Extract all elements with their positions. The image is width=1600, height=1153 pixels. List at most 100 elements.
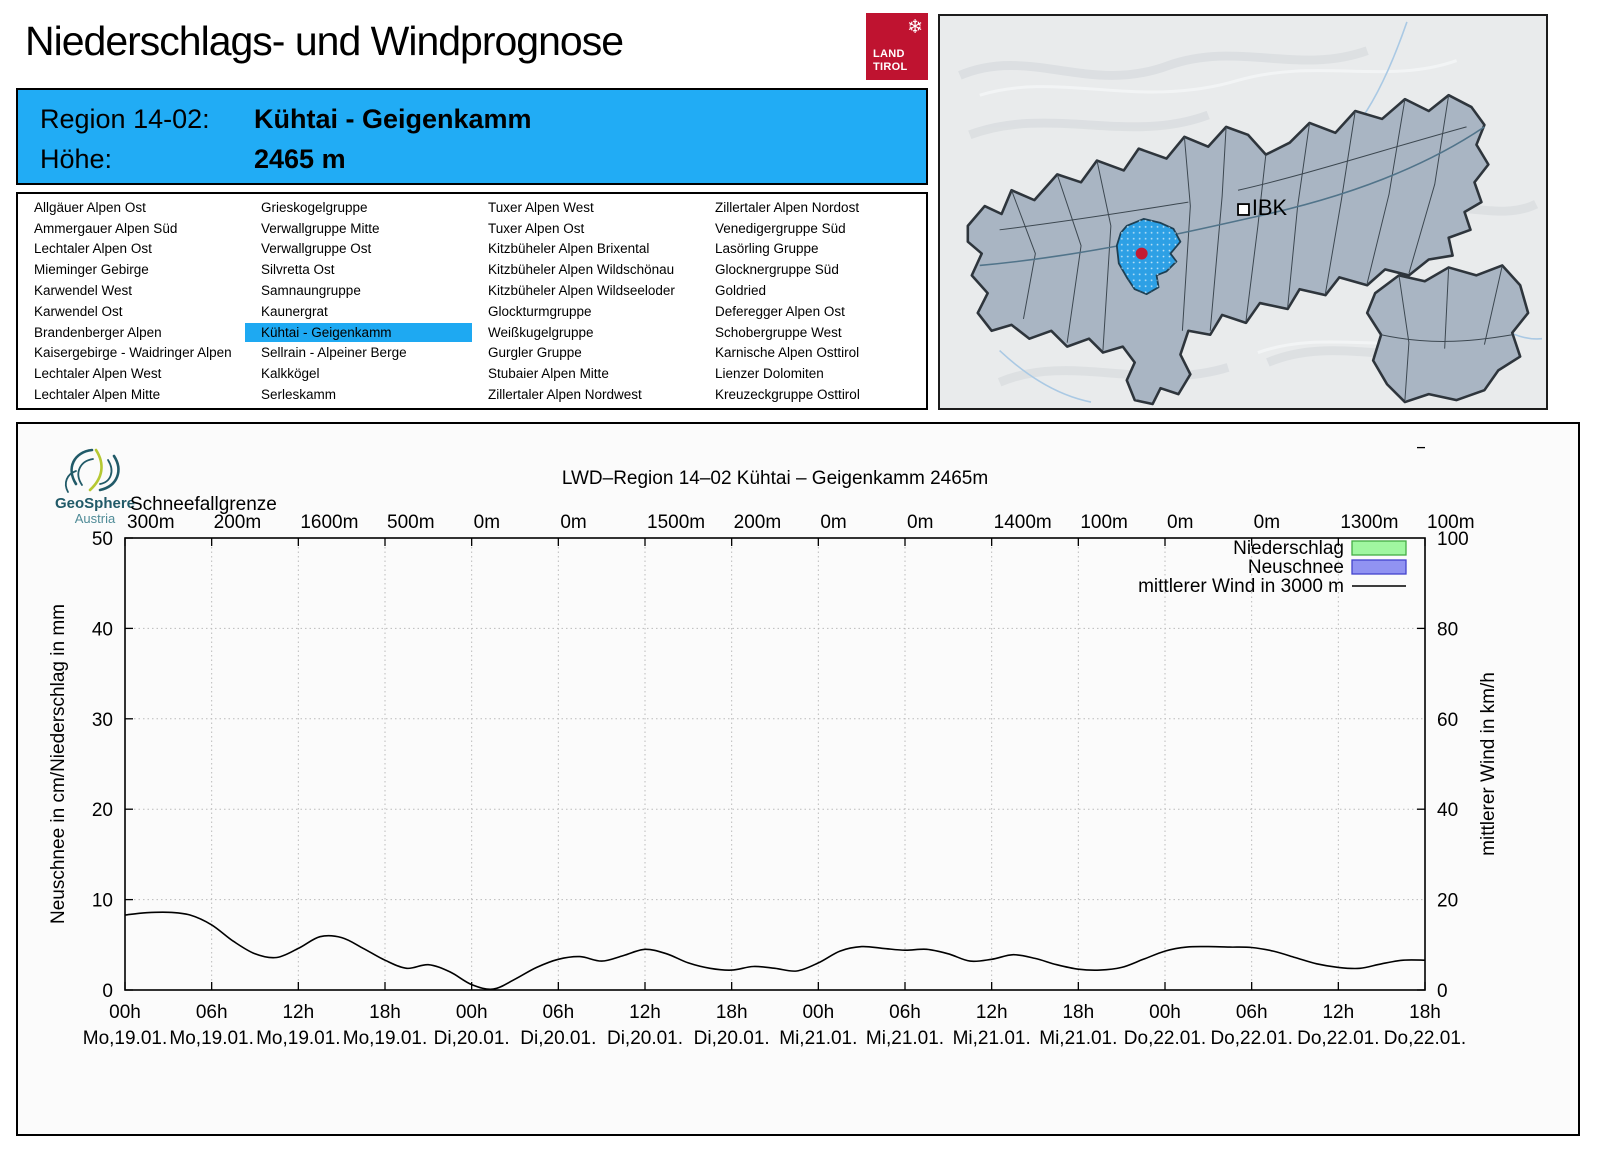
legend-label: Niederschlag [1233, 538, 1344, 559]
x-tick-time: 00h [802, 1002, 834, 1023]
altitude-label: Höhe: [40, 144, 113, 174]
region-list-item[interactable]: Ammergauer Alpen Süd [18, 219, 245, 238]
tirol-logo-line1: LAND [873, 47, 905, 60]
region-value: Kühtai - Geigenkamm [254, 104, 532, 134]
region-label: Region 14-02: [40, 104, 210, 134]
region-list-item[interactable]: Allgäuer Alpen Ost [18, 198, 245, 217]
tirol-eagle-icon: ❄ [907, 17, 923, 38]
region-list-item[interactable]: Glockturmgruppe [472, 302, 699, 321]
region-list-column-4: Zillertaler Alpen Nordost Venedigergruppe… [699, 194, 926, 408]
region-list-item[interactable]: Karnische Alpen Osttirol [699, 343, 926, 362]
snowline-value: 200m [734, 512, 782, 533]
region-list-item[interactable]: Grieskogelgruppe [245, 198, 472, 217]
region-list-item[interactable]: Zillertaler Alpen Nordwest [472, 385, 699, 404]
snowline-value: 0m [560, 512, 586, 533]
region-list-item[interactable]: Silvretta Ost [245, 260, 472, 279]
x-tick-day: Do,22.01. [1210, 1028, 1292, 1049]
x-tick-time: 12h [629, 1002, 661, 1023]
region-list-item[interactable]: Venedigergruppe Süd [699, 219, 926, 238]
snowline-value: 1300m [1340, 512, 1398, 533]
region-list-item[interactable]: Schobergruppe West [699, 323, 926, 342]
y-right-tick-label: 60 [1437, 710, 1458, 731]
x-tick-day: Di,20.01. [520, 1028, 596, 1049]
ibk-label: IBK [1252, 195, 1288, 220]
x-tick-day: Mo,19.01. [83, 1028, 168, 1049]
geosphere-logo: GeoSphereAustria [55, 448, 135, 526]
region-list-item[interactable]: Karwendel West [18, 281, 245, 300]
x-tick-time: 06h [542, 1002, 574, 1023]
region-list-item[interactable]: Serleskamm [245, 385, 472, 404]
snowline-value: 0m [474, 512, 500, 533]
land-tirol-logo: ❄ LAND TIROL [866, 13, 928, 80]
region-list-item[interactable]: Verwallgruppe Ost [245, 239, 472, 258]
region-list-item[interactable]: Deferegger Alpen Ost [699, 302, 926, 321]
x-tick-time: 12h [1322, 1002, 1354, 1023]
region-list-item[interactable]: Kitzbüheler Alpen Wildschönau [472, 260, 699, 279]
region-list-item[interactable]: Lechtaler Alpen Ost [18, 239, 245, 258]
chart-grid [125, 538, 1425, 990]
region-list-item[interactable]: Kaisergebirge - Waidringer Alpen [18, 343, 245, 362]
snowline-value: 100m [1080, 512, 1128, 533]
y-left-axis-title: Neuschnee in cm/Niederschlag in mm [48, 604, 69, 924]
x-tick-time: 18h [716, 1002, 748, 1023]
region-list-item[interactable]: Kaunergrat [245, 302, 472, 321]
snowline-value: 200m [214, 512, 262, 533]
y-right-tick-label: 80 [1437, 619, 1458, 640]
x-tick-day: Mi,21.01. [779, 1028, 857, 1049]
x-tick-day: Do,22.01. [1384, 1028, 1466, 1049]
region-list-item[interactable]: Sellrain - Alpeiner Berge [245, 343, 472, 362]
x-tick-day: Mo,19.01. [343, 1028, 428, 1049]
region-list-item[interactable]: Lienzer Dolomiten [699, 364, 926, 383]
geosphere-sub: Austria [75, 511, 116, 526]
region-list-item[interactable]: Glocknergruppe Süd [699, 260, 926, 279]
region-list-item[interactable]: Kitzbüheler Alpen Wildseeloder [472, 281, 699, 300]
region-list-item[interactable]: Tuxer Alpen West [472, 198, 699, 217]
y-left-tick-label: 50 [92, 529, 113, 550]
forecast-chart: GeoSphere Austria LWD–Region 14–02 Kühtai … [16, 422, 1580, 1136]
snowline-value: 0m [1254, 512, 1280, 533]
y-right-tick-label: 40 [1437, 800, 1458, 821]
x-tick-day: Do,22.01. [1297, 1028, 1379, 1049]
region-list-item[interactable]: Lechtaler Alpen West [18, 364, 245, 383]
y-left-tick-label: 30 [92, 710, 113, 731]
region-list-item[interactable]: Lasörling Gruppe [699, 239, 926, 258]
y-right-tick-label: 20 [1437, 891, 1458, 912]
region-list-item[interactable]: Karwendel Ost [18, 302, 245, 321]
region-list-item[interactable]: Tuxer Alpen Ost [472, 219, 699, 238]
x-tick-day: Mi,21.01. [1039, 1028, 1117, 1049]
x-tick-time: 18h [1062, 1002, 1094, 1023]
region-list-item[interactable]: Gurgler Gruppe [472, 343, 699, 362]
region-list-item[interactable]: Zillertaler Alpen Nordost [699, 198, 926, 217]
region-list-column-1: Allgäuer Alpen Ost Ammergauer Alpen Süd Le… [18, 194, 245, 408]
region-list-item[interactable]: Brandenberger Alpen [18, 323, 245, 342]
region-list-item[interactable]: Lechtaler Alpen Mitte [18, 385, 245, 404]
x-tick-time: 12h [282, 1002, 314, 1023]
snowline-values: 300m 200m 1600m 500m 0m 0m 1500m 200m 0m 0m 1400m 1… [127, 512, 1475, 533]
legend-swatch-neuschnee [1351, 559, 1407, 575]
station-marker-dot [1135, 247, 1148, 260]
tirol-overview-map: IBK [938, 14, 1548, 410]
x-tick-day: Di,20.01. [607, 1028, 683, 1049]
region-list-item[interactable]: Goldried [699, 281, 926, 300]
region-list: Allgäuer Alpen Ost Ammergauer Alpen Süd Le… [16, 192, 928, 410]
x-tick-day: Di,20.01. [694, 1028, 770, 1049]
x-tick-time: 06h [196, 1002, 228, 1023]
region-list-column-2: Grieskogelgruppe Verwallgruppe Mitte Verwa… [245, 194, 472, 408]
region-list-item[interactable]: Kreuzeckgruppe Osttirol [699, 385, 926, 404]
region-list-item[interactable]: Kitzbüheler Alpen Brixental [472, 239, 699, 258]
region-list-item[interactable]: Kalkkögel [245, 364, 472, 383]
region-list-item[interactable]: Weißkugelgruppe [472, 323, 699, 342]
x-tick-time: 12h [976, 1002, 1008, 1023]
region-list-item[interactable]: Mieminger Gebirge [18, 260, 245, 279]
legend-label: mittlerer Wind in 3000 m [1138, 576, 1344, 597]
region-list-item[interactable]: Verwallgruppe Mitte [245, 219, 472, 238]
x-axis-labels: 00h Mo,19.01. 06h Mo,19.01. 12h Mo,19.01. 18h M… [83, 1002, 1466, 1049]
region-list-item[interactable]: Stubaier Alpen Mitte [472, 364, 699, 383]
x-tick-time: 00h [1149, 1002, 1181, 1023]
x-tick-time: 18h [1409, 1002, 1441, 1023]
region-header-banner: Region 14-02: Kühtai - Geigenkamm Höhe: … [16, 88, 928, 185]
region-list-item[interactable]: Samnaungruppe [245, 281, 472, 300]
y-right-axis-title: mittlerer Wind in km/h [1478, 672, 1499, 856]
snowline-value: 1400m [994, 512, 1052, 533]
region-list-item-selected[interactable]: Kühtai - Geigenkamm [245, 322, 472, 342]
